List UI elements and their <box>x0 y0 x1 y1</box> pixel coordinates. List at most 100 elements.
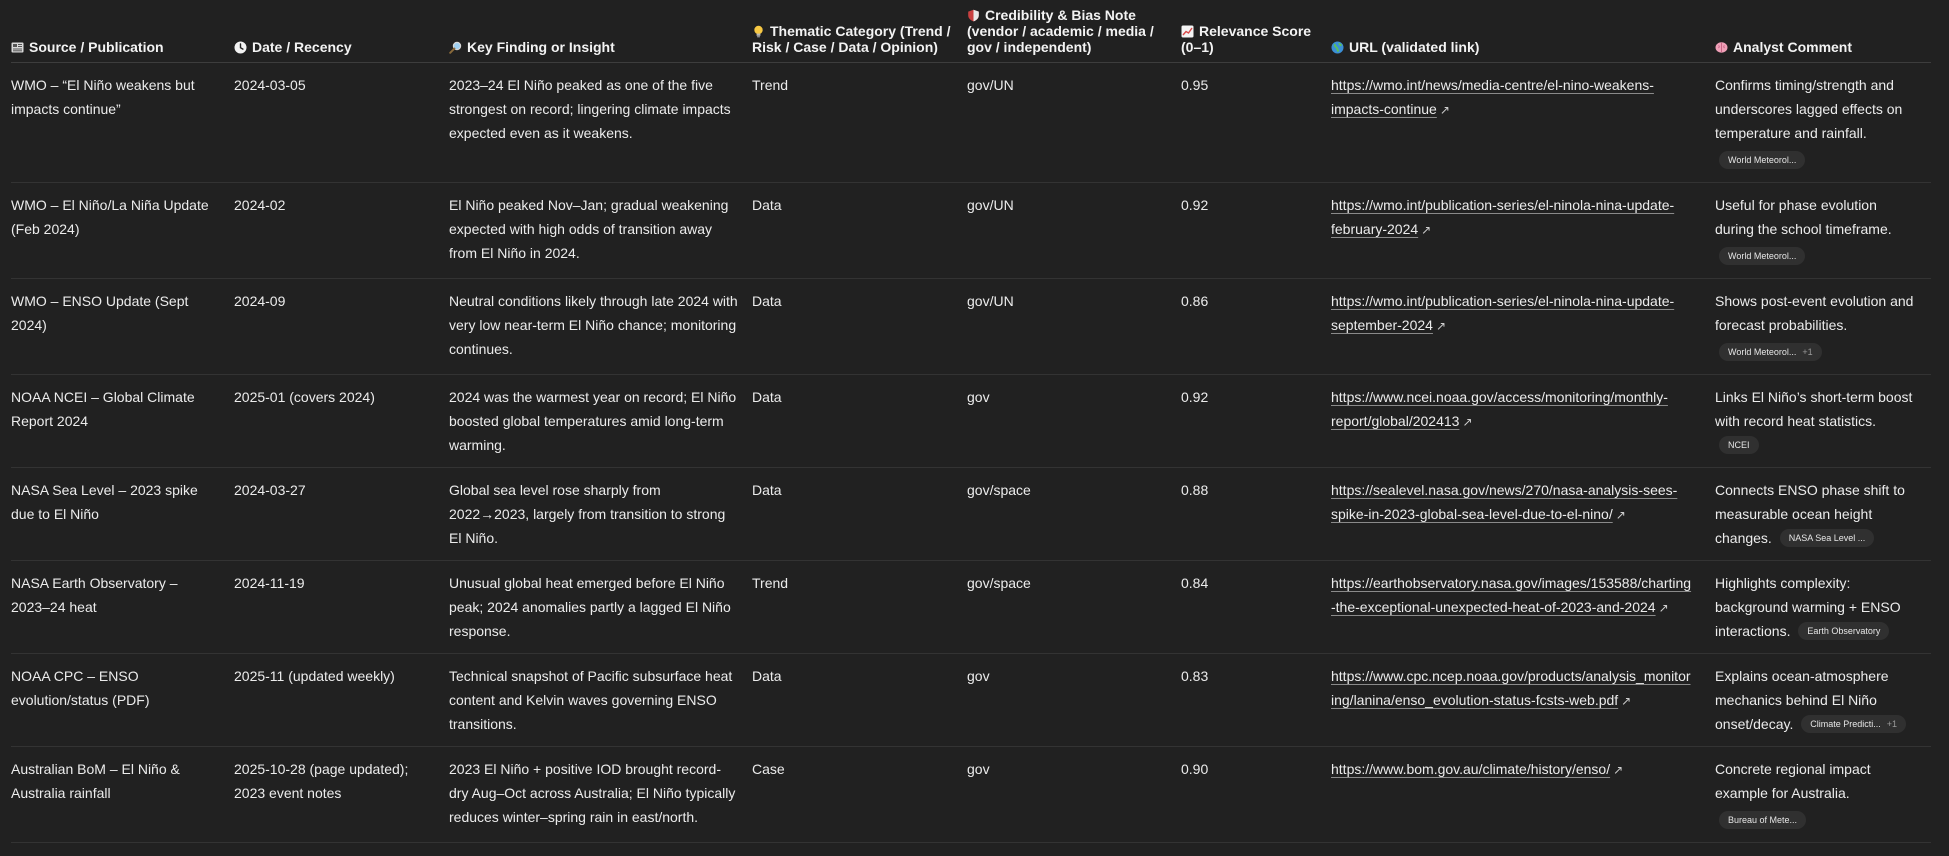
citation-chip[interactable]: NCEI <box>1719 435 1759 454</box>
cell-date: 2024-09 <box>234 278 449 375</box>
cell-source: NASA Earth Observatory – 2023–24 heat <box>11 560 234 654</box>
external-link-icon[interactable]: ↗ <box>1462 410 1472 434</box>
citation-chip-row: World Meteorol... <box>1715 148 1917 172</box>
header-credibility: Credibility & Bias Note (vendor / academ… <box>967 0 1181 63</box>
cell-comment: Shows post-event evolution and forecast … <box>1715 278 1931 375</box>
chart-up-icon <box>1181 25 1194 38</box>
cell-source: WMO – “El Niño weakens but impacts conti… <box>11 62 234 183</box>
table-row: WMO – ENSO Update (Sept 2024) 2024-09 Neut… <box>11 278 1931 375</box>
cell-comment: Highlights complexity: background warmin… <box>1715 560 1931 654</box>
cell-finding: Global sea level rose sharply from 2022→… <box>449 467 752 561</box>
citation-chip-label: World Meteorol... <box>1728 346 1797 357</box>
citation-chip[interactable]: Climate Predicti... +1 <box>1801 714 1907 733</box>
analyst-comment-text: Concrete regional impact example for Aus… <box>1715 760 1871 801</box>
source-link[interactable]: https://www.cpc.ncep.noaa.gov/products/a… <box>1331 668 1691 708</box>
cell-source: WMO – ENSO Update (Sept 2024) <box>11 278 234 375</box>
citation-chip-row: Bureau of Mete... <box>1715 808 1917 832</box>
cell-category: Data <box>752 182 967 279</box>
citation-chip-label: Earth Observatory <box>1807 625 1881 636</box>
external-link-icon[interactable]: ↗ <box>1621 689 1631 713</box>
citation-chip-label: Bureau of Mete... <box>1728 814 1798 825</box>
source-link[interactable]: https://wmo.int/publication-series/el-ni… <box>1331 197 1674 237</box>
cell-date: 2024-03-05 <box>234 62 449 183</box>
citation-chip[interactable]: World Meteorol... +1 <box>1719 342 1822 361</box>
cell-source: NASA Sea Level – 2023 spike due to El Ni… <box>11 467 234 561</box>
header-thematic-category: Thematic Category (Trend / Risk / Case /… <box>752 0 967 63</box>
cell-score: 0.90 <box>1181 746 1331 843</box>
header-label: Date / Recency <box>252 38 352 55</box>
table-body: WMO – “El Niño weakens but impacts conti… <box>11 62 1931 843</box>
cell-url: https://www.cpc.ncep.noaa.gov/products/a… <box>1331 653 1715 747</box>
source-link[interactable]: https://wmo.int/news/media-centre/el-nin… <box>1331 77 1654 117</box>
cell-source: NOAA NCEI – Global Climate Report 2024 <box>11 374 234 468</box>
table-row: WMO – “El Niño weakens but impacts conti… <box>11 62 1931 183</box>
citation-chip[interactable]: Bureau of Mete... <box>1719 810 1807 829</box>
cell-score: 0.95 <box>1181 62 1331 183</box>
research-table: Source / Publication Date / Recency Key Fi… <box>11 0 1931 843</box>
cell-source: WMO – El Niño/La Niña Update (Feb 2024) <box>11 182 234 279</box>
source-link[interactable]: https://www.bom.gov.au/climate/history/e… <box>1331 761 1610 777</box>
citation-chip-label: World Meteorol... <box>1728 154 1797 165</box>
citation-chip[interactable]: World Meteorol... <box>1719 246 1806 265</box>
cell-date: 2025-01 (covers 2024) <box>234 374 449 468</box>
cell-score: 0.86 <box>1181 278 1331 375</box>
cell-finding: Technical snapshot of Pacific subsurface… <box>449 653 752 747</box>
header-analyst-comment: Analyst Comment <box>1715 0 1931 63</box>
header-url: URL (validated link) <box>1331 0 1715 63</box>
cell-credibility: gov/UN <box>967 62 1181 183</box>
cell-category: Case <box>752 746 967 843</box>
table-row: NOAA NCEI – Global Climate Report 2024 20… <box>11 374 1931 468</box>
cell-comment: Useful for phase evolution during the sc… <box>1715 182 1931 279</box>
external-link-icon[interactable]: ↗ <box>1616 503 1626 527</box>
analyst-comment-text: Confirms timing/strength and underscores… <box>1715 76 1903 141</box>
cell-comment: Concrete regional impact example for Aus… <box>1715 746 1931 843</box>
cell-score: 0.92 <box>1181 182 1331 279</box>
table-row: NASA Earth Observatory – 2023–24 heat 202… <box>11 560 1931 654</box>
cell-credibility: gov <box>967 374 1181 468</box>
cell-credibility: gov/space <box>967 467 1181 561</box>
analyst-comment-text: Links El Niño’s short-term boost with re… <box>1715 388 1913 429</box>
cell-date: 2024-02 <box>234 182 449 279</box>
cell-category: Data <box>752 653 967 747</box>
source-link[interactable]: https://www.ncei.noaa.gov/access/monitor… <box>1331 389 1668 429</box>
citation-chip[interactable]: NASA Sea Level ... <box>1779 528 1875 547</box>
globe-icon <box>1331 41 1344 54</box>
table-row: NOAA CPC – ENSO evolution/status (PDF) 20… <box>11 653 1931 747</box>
cell-finding: 2024 was the warmest year on record; El … <box>449 374 752 468</box>
header-label: Credibility & Bias Note (vendor / academ… <box>967 6 1154 55</box>
cell-url: https://wmo.int/publication-series/el-ni… <box>1331 182 1715 279</box>
citation-chip[interactable]: Earth Observatory <box>1798 621 1890 640</box>
source-link[interactable]: https://earthobservatory.nasa.gov/images… <box>1331 575 1691 615</box>
citation-chip-more: +1 <box>1886 718 1898 729</box>
cell-score: 0.84 <box>1181 560 1331 654</box>
external-link-icon[interactable]: ↗ <box>1440 98 1450 122</box>
citation-chip-row: World Meteorol... +1 <box>1715 340 1917 364</box>
external-link-icon[interactable]: ↗ <box>1659 596 1669 620</box>
analyst-comment-text: Shows post-event evolution and forecast … <box>1715 292 1914 333</box>
header-label: URL (validated link) <box>1349 38 1480 55</box>
header-key-finding: Key Finding or Insight <box>449 0 752 63</box>
source-link[interactable]: https://wmo.int/publication-series/el-ni… <box>1331 293 1674 333</box>
external-link-icon[interactable]: ↗ <box>1613 758 1623 782</box>
header-label: Relevance Score (0–1) <box>1181 22 1312 55</box>
cell-category: Data <box>752 467 967 561</box>
external-link-icon[interactable]: ↗ <box>1436 314 1446 338</box>
cell-comment: Confirms timing/strength and underscores… <box>1715 62 1931 183</box>
citation-chip-row: World Meteorol... <box>1715 244 1917 268</box>
cell-url: https://www.bom.gov.au/climate/history/e… <box>1331 746 1715 843</box>
citation-chip-label: NCEI <box>1728 439 1750 450</box>
cell-credibility: gov <box>967 746 1181 843</box>
citation-chip-more: +1 <box>1802 346 1813 357</box>
cell-score: 0.88 <box>1181 467 1331 561</box>
external-link-icon[interactable]: ↗ <box>1421 218 1431 242</box>
cell-source: NOAA CPC – ENSO evolution/status (PDF) <box>11 653 234 747</box>
cell-comment: Links El Niño’s short-term boost with re… <box>1715 374 1931 468</box>
citation-chip-label: NASA Sea Level ... <box>1788 532 1866 543</box>
citation-chip-label: World Meteorol... <box>1728 250 1797 261</box>
magnifier-icon <box>449 41 462 54</box>
citation-chip[interactable]: World Meteorol... <box>1719 150 1806 169</box>
brain-icon <box>1715 41 1728 54</box>
header-source: Source / Publication <box>11 0 234 63</box>
cell-credibility: gov <box>967 653 1181 747</box>
table-row: NASA Sea Level – 2023 spike due to El Ni… <box>11 467 1931 561</box>
